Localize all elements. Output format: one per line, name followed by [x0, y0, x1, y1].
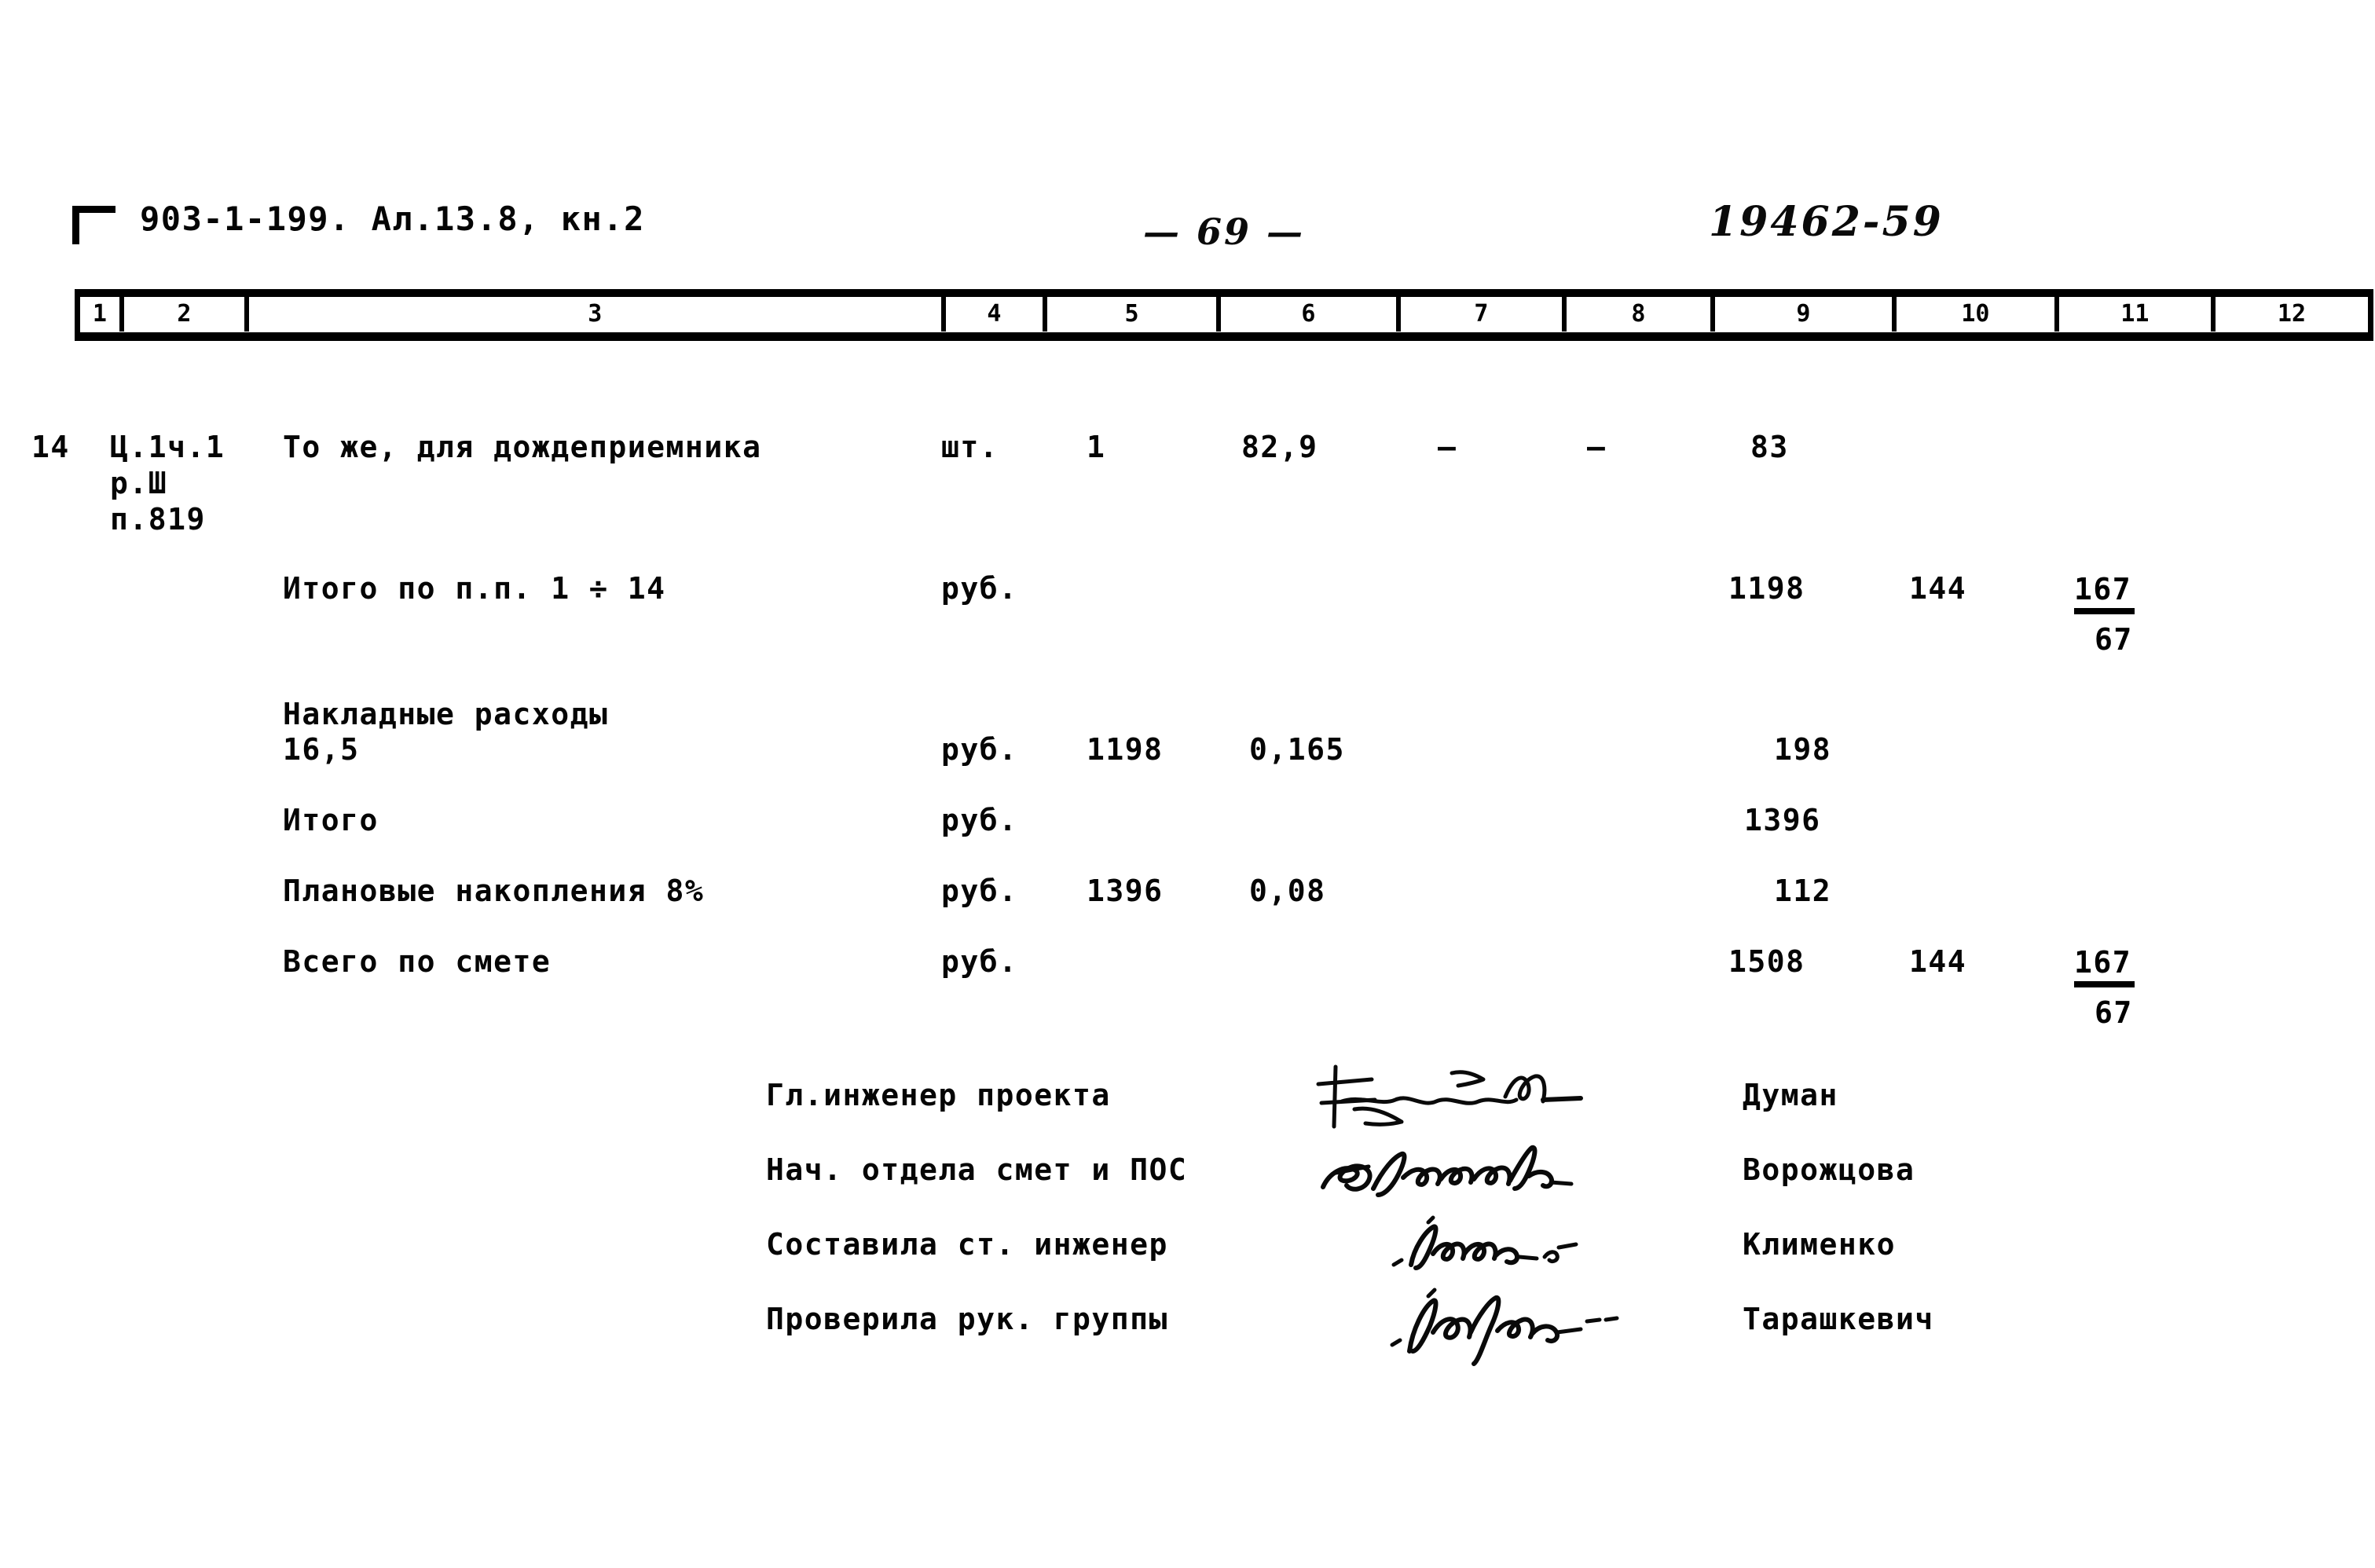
- column-header-cell: 3: [249, 296, 946, 332]
- signature-role: Нач. отдела смет и ПОС: [766, 1152, 1188, 1187]
- fraction-numerator: 167: [2074, 945, 2135, 987]
- column-header-cell: 8: [1567, 296, 1715, 332]
- overhead-base: 1198: [1087, 732, 1164, 767]
- fraction-numerator: 167: [2074, 572, 2135, 614]
- column-header-cell: 1: [80, 296, 124, 332]
- column-header-cell: 12: [2277, 300, 2307, 328]
- total-col10: 144: [1909, 571, 1967, 606]
- row-col8: —: [1587, 430, 1607, 464]
- subtotal-label: Итого: [283, 803, 379, 837]
- subtotal-unit: руб.: [941, 803, 1018, 837]
- column-header-cell: 10: [1897, 296, 2059, 332]
- column-header-cell: 4: [946, 296, 1048, 332]
- row-reference-3: п.819: [110, 502, 206, 537]
- grandtotal-col10: 144: [1909, 944, 1967, 979]
- grandtotal-unit: руб.: [941, 944, 1018, 979]
- signature-name: Думан: [1743, 1078, 1838, 1112]
- column-header-cell: 2: [124, 296, 249, 332]
- column-header-cell: 9: [1715, 296, 1897, 332]
- series-code: 903-1-199. Ал.13.8, кн.2: [140, 200, 645, 238]
- overhead-label-line2: 16,5: [283, 732, 360, 767]
- signature-name: Тарашкевич: [1743, 1302, 1934, 1336]
- profit-col9: 112: [1774, 874, 1832, 908]
- signature-name: Ворожцова: [1743, 1152, 1915, 1187]
- signature-role: Гл.инженер проекта: [766, 1078, 1111, 1112]
- overhead-col9: 198: [1774, 732, 1832, 767]
- row-col9: 83: [1750, 430, 1789, 464]
- profit-coefficient: 0,08: [1249, 874, 1326, 908]
- total-label: Итого по п.п. 1 ÷ 14: [283, 571, 666, 606]
- signature-name: Клименко: [1743, 1227, 1897, 1262]
- total-unit: руб.: [941, 571, 1018, 606]
- row-col7: —: [1438, 430, 1457, 464]
- signature-role: Составила ст. инженер: [766, 1227, 1168, 1262]
- grandtotal-label: Всего по смете: [283, 944, 552, 979]
- total-fraction: 167 67: [2074, 572, 2192, 657]
- total-col9: 1198: [1728, 571, 1805, 606]
- subtotal-col9: 1396: [1744, 803, 1821, 837]
- fraction-denominator: 67: [2095, 622, 2133, 657]
- profit-unit: руб.: [941, 874, 1018, 908]
- overhead-label-line1: Накладные расходы: [283, 697, 609, 731]
- row-unit: шт.: [941, 430, 999, 464]
- profit-base: 1396: [1087, 874, 1164, 908]
- overhead-coefficient: 0,165: [1249, 732, 1345, 767]
- column-header-cell: 5: [1047, 296, 1221, 332]
- profit-label: Плановые накопления 8%: [283, 874, 705, 908]
- document-page: 903-1-199. Ал.13.8, кн.2 — 69 — 19462-59…: [0, 0, 2375, 1568]
- handwritten-signature: [1391, 1215, 1642, 1279]
- handwritten-signature: [1314, 1062, 1644, 1149]
- row-reference-2: р.Ш: [110, 466, 168, 500]
- row-description: То же, для дождеприемника: [283, 430, 762, 464]
- archive-number: 19462-59: [1709, 198, 1944, 246]
- page-number: — 69 —: [1143, 211, 1306, 253]
- column-number-header: 1 2 3 4 5 6 7 8 9 10 11 12: [75, 289, 2373, 341]
- grandtotal-col9: 1508: [1728, 944, 1805, 979]
- row-number: 14: [31, 430, 70, 464]
- column-header-cell: 11: [2059, 296, 2216, 332]
- signature-role: Проверила рук. группы: [766, 1302, 1168, 1336]
- grandtotal-fraction: 167 67: [2074, 945, 2192, 1030]
- row-unit-price: 82,9: [1241, 430, 1318, 464]
- overhead-unit: руб.: [941, 732, 1018, 767]
- handwritten-signature: [1389, 1288, 1656, 1367]
- corner-bracket-mark: [72, 206, 115, 244]
- row-quantity: 1: [1087, 430, 1106, 464]
- row-reference-1: Ц.1ч.1: [110, 430, 225, 464]
- handwritten-signature: [1318, 1143, 1633, 1206]
- column-header-cell: 6: [1221, 296, 1401, 332]
- fraction-denominator: 67: [2095, 995, 2133, 1030]
- column-header-cell: 7: [1401, 296, 1567, 332]
